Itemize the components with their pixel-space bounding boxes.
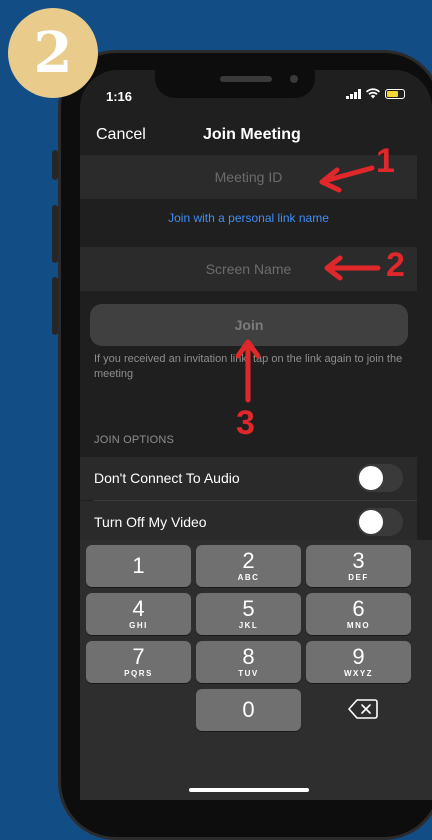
toggle-knob [359, 466, 383, 490]
cancel-button[interactable]: Cancel [96, 126, 146, 144]
meeting-id-input[interactable] [80, 155, 417, 199]
volume-down-button [52, 277, 58, 335]
toggle-knob [359, 510, 383, 534]
status-icons [346, 88, 405, 99]
key-letters: PQRS [124, 669, 153, 678]
key-digit: 7 [132, 644, 145, 669]
key-letters: TUV [238, 669, 259, 678]
status-time: 1:16 [106, 89, 133, 104]
annotation-label-3: 3 [236, 404, 255, 442]
backspace-icon[interactable] [348, 698, 378, 720]
key-9[interactable]: 9 WXYZ [306, 641, 411, 683]
battery-icon [385, 88, 405, 99]
key-digit: 9 [352, 644, 365, 669]
step-number-badge: 2 [8, 8, 98, 98]
key-0[interactable]: 0 [196, 689, 301, 731]
page-title: Join Meeting [203, 126, 301, 143]
key-digit: 1 [132, 553, 145, 578]
key-letters: MNO [346, 621, 371, 630]
cellular-signal-icon [346, 88, 361, 99]
key-letters: JKL [238, 621, 259, 630]
key-2[interactable]: 2 ABC [196, 545, 301, 587]
key-1[interactable]: 1 [86, 545, 191, 587]
turn-off-video-toggle[interactable] [357, 508, 403, 536]
phone-notch [155, 70, 315, 98]
key-3[interactable]: 3 DEF [306, 545, 411, 587]
key-letters: WXYZ [343, 669, 374, 678]
personal-link-name-link[interactable]: Join with a personal link name [80, 211, 417, 225]
dont-connect-audio-toggle[interactable] [357, 464, 403, 492]
invitation-help-text: If you received an invitation link, tap … [94, 353, 403, 380]
join-options-header: JOIN OPTIONS [94, 434, 175, 446]
key-digit: 0 [242, 697, 255, 722]
key-digit: 3 [352, 548, 365, 573]
key-digit: 6 [352, 596, 365, 621]
option-label-audio: Don't Connect To Audio [94, 470, 240, 486]
volume-up-button [52, 205, 58, 263]
key-digit: 5 [242, 596, 255, 621]
key-letters: DEF [348, 573, 369, 582]
key-4[interactable]: 4 GHI [86, 593, 191, 635]
step-number: 2 [33, 20, 73, 86]
key-6[interactable]: 6 MNO [306, 593, 411, 635]
mute-switch [52, 150, 58, 180]
speaker-grille [220, 76, 272, 82]
key-letters: GHI [129, 621, 148, 630]
key-letters: ABC [237, 573, 260, 582]
key-8[interactable]: 8 TUV [196, 641, 301, 683]
wifi-icon [366, 88, 380, 99]
annotation-label-2: 2 [386, 246, 405, 284]
screen-name-input[interactable] [80, 247, 417, 291]
key-digit: 4 [132, 596, 145, 621]
option-label-video: Turn Off My Video [94, 514, 207, 530]
home-indicator [189, 788, 309, 792]
key-5[interactable]: 5 JKL [196, 593, 301, 635]
front-camera [290, 75, 298, 83]
join-button[interactable]: Join [90, 304, 408, 346]
annotation-label-1: 1 [376, 142, 395, 180]
key-7[interactable]: 7 PQRS [86, 641, 191, 683]
key-digit: 2 [242, 548, 255, 573]
key-digit: 8 [242, 644, 255, 669]
